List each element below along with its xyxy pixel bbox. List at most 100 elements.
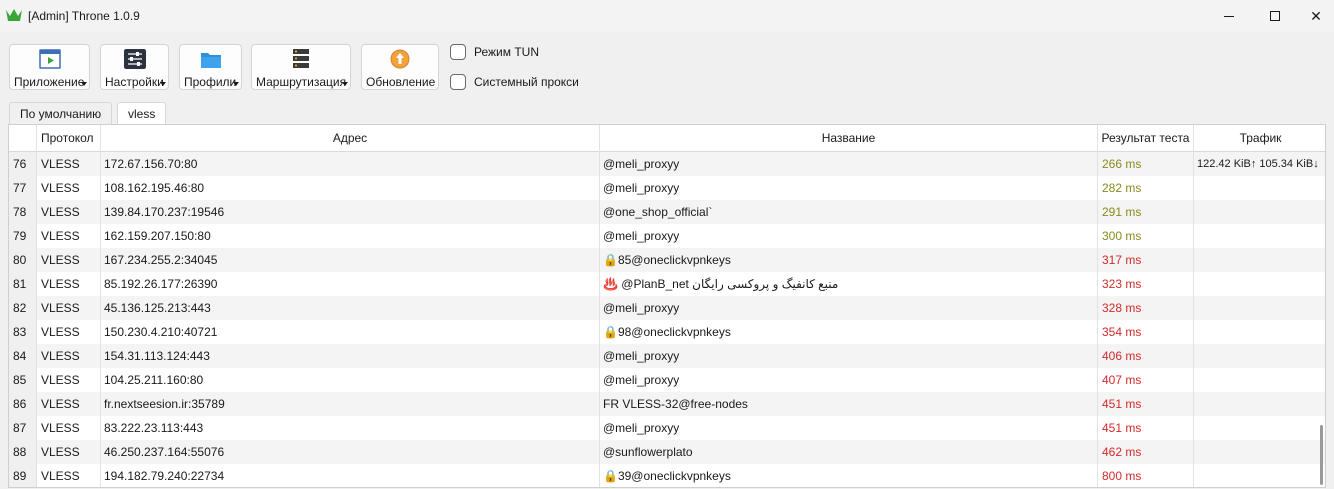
window-title: [Admin] Throne 1.0.9 [28, 9, 140, 23]
table-row[interactable]: 80 VLESS 167.234.255.2:34045 🔒85@oneclickvp… [9, 248, 1325, 272]
profiles-table: Протокол Адрес Название Результат теста … [8, 124, 1326, 488]
dropdown-arrow-icon [233, 82, 239, 86]
title-bar: [Admin] Throne 1.0.9 ✕ [0, 0, 1334, 32]
toolbar-routing-label: Маршрутизация [256, 75, 347, 89]
minimize-button[interactable] [1206, 0, 1252, 32]
row-index: 85 [9, 368, 37, 392]
row-name: 🔒98@oneclickvpnkeys [600, 320, 1098, 344]
row-traffic [1194, 368, 1325, 392]
row-latency: 282 ms [1098, 176, 1194, 200]
header-address[interactable]: Адрес [101, 125, 600, 152]
header-latency[interactable]: Результат теста [1098, 125, 1194, 152]
toolbar-routing-button[interactable]: Маршрутизация [251, 44, 351, 90]
row-name: 🔒39@oneclickvpnkeys [600, 464, 1098, 487]
row-protocol: VLESS [37, 416, 101, 440]
toolbar-settings-label: Настройки [105, 75, 164, 89]
row-latency: 291 ms [1098, 200, 1194, 224]
row-protocol: VLESS [37, 392, 101, 416]
row-index: 80 [9, 248, 37, 272]
vertical-scrollbar[interactable] [1320, 425, 1323, 485]
system-proxy-checkbox[interactable]: Системный прокси [450, 74, 579, 90]
table-row[interactable]: 83 VLESS 150.230.4.210:40721 🔒98@oneclickvp… [9, 320, 1325, 344]
sliders-icon [124, 49, 146, 69]
tab-default[interactable]: По умолчанию [9, 102, 113, 124]
row-latency: 266 ms [1098, 152, 1194, 176]
row-index: 82 [9, 296, 37, 320]
row-address: 104.25.211.160:80 [101, 368, 600, 392]
row-latency: 317 ms [1098, 248, 1194, 272]
update-arrow-icon [390, 49, 410, 69]
row-latency: 406 ms [1098, 344, 1194, 368]
close-icon: ✕ [1310, 8, 1322, 24]
table-row[interactable]: 84 VLESS 154.31.113.124:443 @meli_proxyy 406… [9, 344, 1325, 368]
folder-icon [201, 53, 221, 68]
table-row[interactable]: 88 VLESS 46.250.237.164:55076 @sunflowerpla… [9, 440, 1325, 464]
close-button[interactable]: ✕ [1298, 0, 1334, 32]
header-protocol[interactable]: Протокол [37, 125, 101, 152]
maximize-button[interactable] [1252, 0, 1298, 32]
table-row[interactable]: 79 VLESS 162.159.207.150:80 @meli_proxyy 300… [9, 224, 1325, 248]
row-name: ♨️ @PlanB_net منبع کانفیگ و پروکسی رایگا… [600, 272, 1098, 296]
table-row[interactable]: 87 VLESS 83.222.23.113:443 @meli_proxyy 451 … [9, 416, 1325, 440]
row-index: 88 [9, 440, 37, 464]
row-address: 162.159.207.150:80 [101, 224, 600, 248]
row-latency: 800 ms [1098, 464, 1194, 487]
row-index: 83 [9, 320, 37, 344]
toolbar-profiles-button[interactable]: Профили [179, 44, 242, 90]
toolbar-settings-button[interactable]: Настройки [100, 44, 169, 90]
minimize-icon [1224, 15, 1234, 17]
row-name: @sunflowerplato [600, 440, 1098, 464]
system-proxy-checkbox-box[interactable] [450, 74, 466, 90]
row-protocol: VLESS [37, 320, 101, 344]
dropdown-arrow-icon [160, 82, 166, 86]
tun-mode-label: Режим TUN [474, 45, 539, 59]
row-index: 77 [9, 176, 37, 200]
row-latency: 407 ms [1098, 368, 1194, 392]
row-index: 87 [9, 416, 37, 440]
table-row[interactable]: 77 VLESS 108.162.195.46:80 @meli_proxyy 282 … [9, 176, 1325, 200]
row-protocol: VLESS [37, 272, 101, 296]
row-name: 🔒85@oneclickvpnkeys [600, 248, 1098, 272]
toolbar-app-button[interactable]: Приложение [9, 44, 90, 90]
row-index: 76 [9, 152, 37, 176]
table-row[interactable]: 85 VLESS 104.25.211.160:80 @meli_proxyy 407 … [9, 368, 1325, 392]
table-row[interactable]: 81 VLESS 85.192.26.177:26390 ♨️ @PlanB_net … [9, 272, 1325, 296]
maximize-icon [1270, 11, 1280, 21]
table-row[interactable]: 82 VLESS 45.136.125.213:443 @meli_proxyy 328… [9, 296, 1325, 320]
row-traffic [1194, 296, 1325, 320]
row-traffic [1194, 272, 1325, 296]
row-index: 78 [9, 200, 37, 224]
row-traffic [1194, 248, 1325, 272]
table-row[interactable]: 78 VLESS 139.84.170.237:19546 @one_shop_off… [9, 200, 1325, 224]
system-proxy-label: Системный прокси [474, 75, 579, 89]
row-address: 194.182.79.240:22734 [101, 464, 600, 487]
row-latency: 451 ms [1098, 416, 1194, 440]
row-protocol: VLESS [37, 200, 101, 224]
row-address: 154.31.113.124:443 [101, 344, 600, 368]
row-name: @meli_proxyy [600, 176, 1098, 200]
header-traffic[interactable]: Трафик [1194, 125, 1325, 152]
tun-mode-checkbox[interactable]: Режим TUN [450, 44, 539, 60]
row-index: 81 [9, 272, 37, 296]
row-protocol: VLESS [37, 176, 101, 200]
row-name: @meli_proxyy [600, 368, 1098, 392]
row-address: 83.222.23.113:443 [101, 416, 600, 440]
table-row[interactable]: 76 VLESS 172.67.156.70:80 @meli_proxyy 266 m… [9, 152, 1325, 176]
table-row[interactable]: 86 VLESS fr.nextseesion.ir:35789 FR VLESS-3… [9, 392, 1325, 416]
row-traffic [1194, 416, 1325, 440]
row-traffic [1194, 176, 1325, 200]
toolbar-update-label: Обновление [366, 75, 436, 89]
row-address: 85.192.26.177:26390 [101, 272, 600, 296]
table-row[interactable]: 89 VLESS 194.182.79.240:22734 🔒39@oneclickv… [9, 464, 1325, 487]
row-name: @meli_proxyy [600, 224, 1098, 248]
row-address: 150.230.4.210:40721 [101, 320, 600, 344]
header-name[interactable]: Название [600, 125, 1098, 152]
toolbar-update-button[interactable]: Обновление [361, 44, 439, 90]
row-address: 167.234.255.2:34045 [101, 248, 600, 272]
tun-mode-checkbox-box[interactable] [450, 44, 466, 60]
toolbar-app-label: Приложение [14, 75, 85, 89]
toolbar-profiles-label: Профили [184, 75, 237, 89]
tab-vless[interactable]: vless [117, 102, 167, 125]
row-latency: 300 ms [1098, 224, 1194, 248]
row-address: 46.250.237.164:55076 [101, 440, 600, 464]
